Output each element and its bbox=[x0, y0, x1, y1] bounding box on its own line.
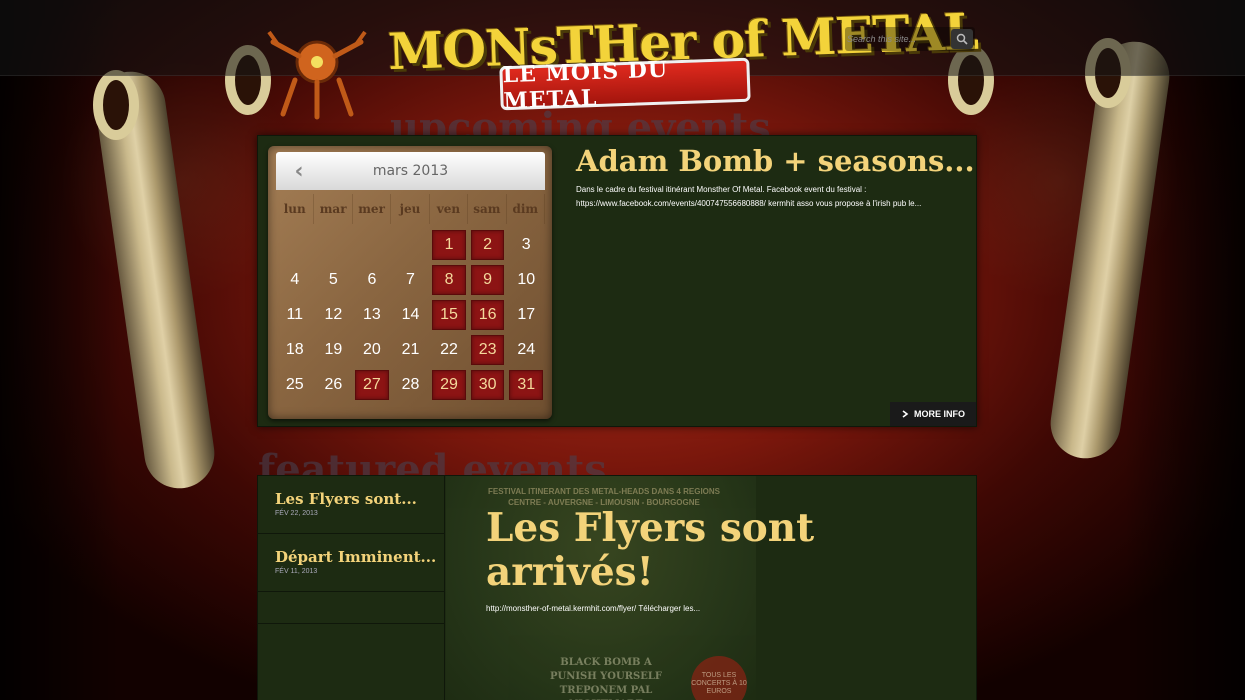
calendar-weekday: mer bbox=[353, 194, 392, 224]
calendar-day: 11 bbox=[286, 306, 304, 323]
calendar-empty-cell bbox=[353, 228, 391, 262]
more-info-button[interactable]: MORE INFO bbox=[890, 402, 976, 426]
calendar-event-day[interactable]: 2 bbox=[470, 230, 505, 260]
featured-item-title: Départ Imminent... bbox=[275, 548, 437, 566]
calendar-day: 6 bbox=[367, 271, 377, 288]
calendar-day: 19 bbox=[324, 341, 343, 358]
gargoyle-icon bbox=[267, 30, 367, 120]
calendar-empty-cell bbox=[392, 228, 430, 262]
calendar-day: 17 bbox=[517, 306, 536, 323]
search-icon bbox=[956, 33, 968, 45]
calendar-day: 7 bbox=[406, 271, 415, 288]
chevron-right-icon bbox=[902, 410, 909, 418]
calendar-event-day[interactable]: 9 bbox=[470, 265, 505, 295]
calendar-day: 13 bbox=[363, 306, 381, 323]
calendar-day: 26 bbox=[324, 376, 343, 393]
featured-main: FESTIVAL ITINERANT DES METAL-HEADS DANS … bbox=[446, 476, 977, 700]
search-box bbox=[845, 27, 975, 51]
calendar-day: 10 bbox=[517, 271, 536, 288]
creature-claw-left bbox=[93, 70, 139, 140]
calendar-day: 25 bbox=[285, 376, 304, 393]
calendar-event-day[interactable]: 15 bbox=[432, 300, 466, 330]
calendar-header: ‹ mars 2013 bbox=[276, 152, 545, 190]
calendar-day: 21 bbox=[401, 341, 420, 358]
calendar-weekday: jeu bbox=[391, 194, 430, 224]
calendar-event-day[interactable]: 8 bbox=[432, 265, 466, 295]
calendar-month-label: mars 2013 bbox=[372, 163, 449, 179]
flyer-bands: BLACK BOMB A PUNISH YOURSELF TREPONEM PA… bbox=[549, 657, 663, 700]
featured-events-panel: Les Flyers sont... FÉV 22, 2013 Départ I… bbox=[257, 475, 977, 700]
calendar-day: 5 bbox=[328, 271, 338, 288]
featured-item-date: FÉV 11, 2013 bbox=[275, 568, 318, 575]
calendar-weekday: lun bbox=[276, 194, 315, 224]
calendar-weekday: dim bbox=[507, 194, 545, 224]
calendar-day: 12 bbox=[324, 306, 343, 323]
featured-list: Les Flyers sont... FÉV 22, 2013 Départ I… bbox=[258, 476, 445, 700]
featured-list-item[interactable]: Les Flyers sont... FÉV 22, 2013 bbox=[258, 476, 444, 534]
featured-list-empty-slot bbox=[258, 592, 444, 624]
calendar-day: 14 bbox=[401, 306, 420, 323]
upcoming-events-panel: ‹ mars 2013 lun mar mer jeu ven sam dim 123456… bbox=[257, 135, 977, 427]
calendar-day: 24 bbox=[517, 341, 536, 358]
calendar-event-day[interactable]: 27 bbox=[355, 370, 389, 400]
calendar-weekday: mar bbox=[314, 194, 353, 224]
upcoming-event-title[interactable]: Adam Bomb + seasons... bbox=[576, 144, 975, 178]
featured-events-heading: featured events bbox=[258, 446, 607, 476]
featured-list-item[interactable]: Départ Imminent... FÉV 11, 2013 bbox=[258, 534, 444, 592]
calendar-day: 3 bbox=[521, 236, 531, 253]
calendar-day: 20 bbox=[363, 341, 381, 358]
calendar-event-day[interactable]: 29 bbox=[432, 370, 466, 400]
calendar-day: 4 bbox=[290, 271, 300, 288]
site-logo[interactable]: MONsTHer of METAL LE MOIS DU METAL bbox=[382, 2, 979, 115]
featured-main-excerpt: http://monsther-of-metal.kermhit.com/fly… bbox=[486, 604, 701, 613]
calendar-empty-cell bbox=[276, 228, 314, 262]
previous-month-button[interactable]: ‹ bbox=[288, 159, 310, 184]
calendar-event-day[interactable]: 30 bbox=[470, 370, 505, 400]
calendar-empty-cell bbox=[315, 228, 353, 262]
search-button[interactable] bbox=[951, 29, 973, 49]
featured-item-date: FÉV 22, 2013 bbox=[275, 510, 318, 517]
search-input[interactable] bbox=[847, 27, 947, 51]
calendar-weekday: ven bbox=[430, 194, 469, 224]
calendar-event-day[interactable]: 31 bbox=[509, 370, 543, 400]
featured-item-title: Les Flyers sont... bbox=[275, 490, 417, 508]
logo-subtitle-banner: LE MOIS DU METAL bbox=[499, 56, 751, 114]
calendar-weekdays: lun mar mer jeu ven sam dim bbox=[276, 194, 545, 224]
calendar-weekday: sam bbox=[468, 194, 507, 224]
featured-main-title[interactable]: Les Flyers sont arrivés! bbox=[486, 506, 866, 594]
event-calendar: ‹ mars 2013 lun mar mer jeu ven sam dim 123456… bbox=[268, 146, 552, 419]
calendar-day: 18 bbox=[285, 341, 304, 358]
more-info-label: MORE INFO bbox=[914, 409, 965, 419]
calendar-day: 22 bbox=[440, 341, 458, 358]
upcoming-events-heading: upcoming events bbox=[390, 104, 771, 136]
calendar-day: 28 bbox=[401, 376, 420, 393]
calendar-event-day[interactable]: 16 bbox=[470, 300, 505, 330]
upcoming-event-description: Dans le cadre du festival itinérant Mons… bbox=[576, 185, 922, 208]
calendar-days: 1 2 3 4 5 6 7 8 9 10 11 12 13 14 15 16 17 18 19 20 21 22 23 24 2… bbox=[276, 228, 545, 402]
flyer-badge: TOUS LES CONCERTS À 10 EUROS bbox=[691, 656, 747, 700]
calendar-event-day[interactable]: 1 bbox=[432, 230, 466, 260]
calendar-event-day[interactable]: 23 bbox=[470, 335, 505, 365]
